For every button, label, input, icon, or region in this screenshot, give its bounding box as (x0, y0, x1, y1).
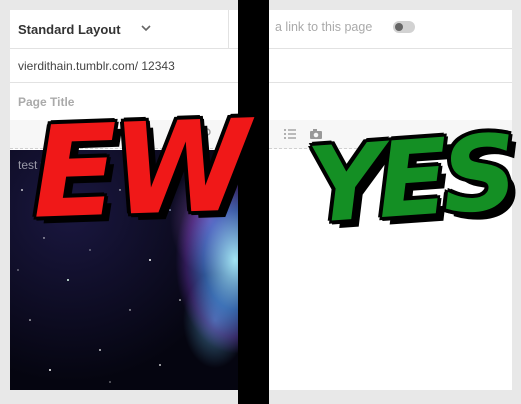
toggle-knob (395, 23, 403, 31)
share-row: a link to this page (269, 10, 512, 49)
chevron-down-icon[interactable] (141, 23, 151, 33)
divider (228, 10, 229, 48)
yes-label: YES (303, 111, 516, 247)
url-text: vierdithain.tumblr.com/ 12343 (18, 59, 175, 73)
ew-label: EW (29, 92, 248, 247)
url-field[interactable]: vierdithain.tumblr.com/ 12343 (10, 48, 238, 83)
share-link-label: a link to this page (275, 20, 373, 34)
share-toggle[interactable] (393, 21, 415, 33)
layout-row: Standard Layout (10, 10, 238, 49)
layout-select[interactable]: Standard Layout (18, 22, 121, 37)
url-field[interactable] (269, 48, 512, 83)
list-icon[interactable] (283, 127, 297, 141)
